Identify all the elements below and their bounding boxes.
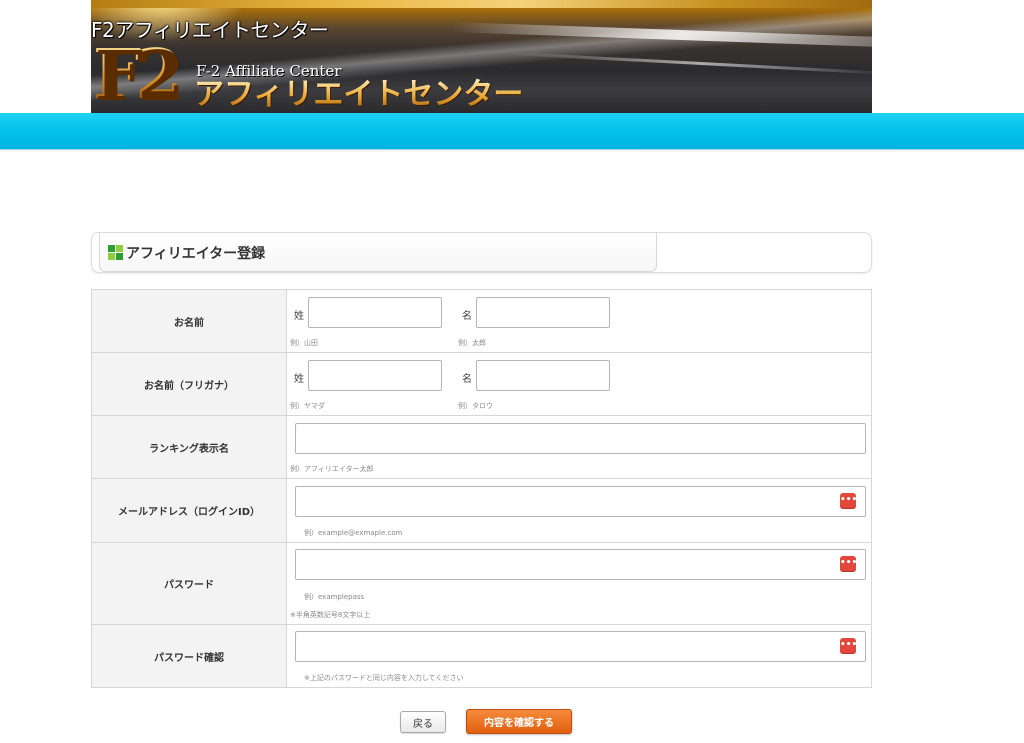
banner-light-streak bbox=[511, 52, 872, 75]
last-name-hint: 例）山田 bbox=[290, 339, 318, 347]
banner-title-jp: アフィリエイトセンター bbox=[194, 77, 524, 112]
field-cell-email: ••• 例）example@exmaple.com bbox=[286, 478, 872, 543]
field-cell-password: ••• 例）examplepass ※半角英数記号8文字以上 bbox=[286, 542, 872, 625]
first-kana-hint: 例）タロウ bbox=[458, 402, 493, 410]
password-manager-icon[interactable]: ••• bbox=[840, 493, 857, 509]
banner-light-streak bbox=[450, 21, 872, 49]
password-rule-note: ※半角英数記号8文字以上 bbox=[290, 611, 371, 619]
last-kana-input[interactable] bbox=[308, 360, 442, 391]
field-label-name: お名前 bbox=[91, 289, 287, 353]
field-cell-ranking: 例）アフィリエイター太郎 bbox=[286, 415, 872, 479]
section-heading-tab: アフィリエイター登録 bbox=[99, 233, 657, 272]
section-title: アフィリエイター登録 bbox=[126, 246, 266, 262]
email-hint: 例）example@exmaple.com bbox=[304, 529, 403, 537]
first-kana-input[interactable] bbox=[476, 360, 610, 391]
first-name-label: 名 bbox=[462, 311, 472, 322]
field-cell-name: 姓 名 例）山田 例）太郎 bbox=[286, 289, 872, 353]
form-row-name: お名前 姓 名 例）山田 例）太郎 bbox=[91, 289, 872, 353]
password-hint: 例）examplepass bbox=[304, 593, 365, 601]
form-row-password-confirm: パスワード確認 ••• ※上記のパスワードと同じ内容を入力してください bbox=[91, 624, 872, 688]
first-name-input[interactable] bbox=[476, 297, 610, 328]
nav-bar bbox=[0, 113, 1024, 150]
green-squares-icon bbox=[108, 245, 123, 260]
form-row-kana: お名前（フリガナ） 姓 名 例）ヤマダ 例）タロウ bbox=[91, 352, 872, 416]
header-banner: F2アフィリエイトセンター F2 F-2 Affiliate Center アフ… bbox=[91, 0, 872, 113]
nav-bar-shadow bbox=[0, 149, 1024, 153]
last-name-label: 姓 bbox=[294, 311, 304, 322]
ranking-name-hint: 例）アフィリエイター太郎 bbox=[290, 465, 374, 473]
password-manager-icon[interactable]: ••• bbox=[840, 638, 857, 654]
ranking-name-input[interactable] bbox=[295, 423, 866, 454]
field-label-password: パスワード bbox=[91, 542, 287, 625]
password-confirm-note: ※上記のパスワードと同じ内容を入力してください bbox=[304, 674, 464, 682]
last-name-input[interactable] bbox=[308, 297, 442, 328]
password-input[interactable] bbox=[295, 549, 866, 580]
field-label-ranking: ランキング表示名 bbox=[91, 415, 287, 479]
form-row-ranking: ランキング表示名 例）アフィリエイター太郎 bbox=[91, 415, 872, 479]
email-input[interactable] bbox=[295, 486, 866, 517]
password-manager-icon[interactable]: ••• bbox=[840, 556, 857, 572]
section-heading: アフィリエイター登録 bbox=[91, 232, 872, 273]
first-kana-label: 名 bbox=[462, 374, 472, 385]
first-name-hint: 例）太郎 bbox=[458, 339, 486, 347]
field-cell-password-confirm: ••• ※上記のパスワードと同じ内容を入力してください bbox=[286, 624, 872, 688]
form-row-password: パスワード ••• 例）examplepass ※半角英数記号8文字以上 bbox=[91, 542, 872, 625]
registration-form: お名前 姓 名 例）山田 例）太郎 お名前（フリガナ） 姓 名 例）ヤマダ 例）… bbox=[91, 289, 872, 688]
password-confirm-input[interactable] bbox=[295, 631, 866, 662]
field-label-email: メールアドレス（ログインID） bbox=[91, 478, 287, 543]
banner-gold-band bbox=[91, 0, 872, 8]
field-cell-kana: 姓 名 例）ヤマダ 例）タロウ bbox=[286, 352, 872, 416]
back-button[interactable]: 戻る bbox=[400, 711, 446, 733]
form-row-email: メールアドレス（ログインID） ••• 例）example@exmaple.co… bbox=[91, 478, 872, 543]
last-kana-hint: 例）ヤマダ bbox=[290, 402, 325, 410]
field-label-password-confirm: パスワード確認 bbox=[91, 624, 287, 688]
last-kana-label: 姓 bbox=[294, 374, 304, 385]
banner-logo-mark: F2 bbox=[93, 35, 183, 113]
confirm-button[interactable]: 内容を確認する bbox=[466, 709, 572, 734]
field-label-kana: お名前（フリガナ） bbox=[91, 352, 287, 416]
